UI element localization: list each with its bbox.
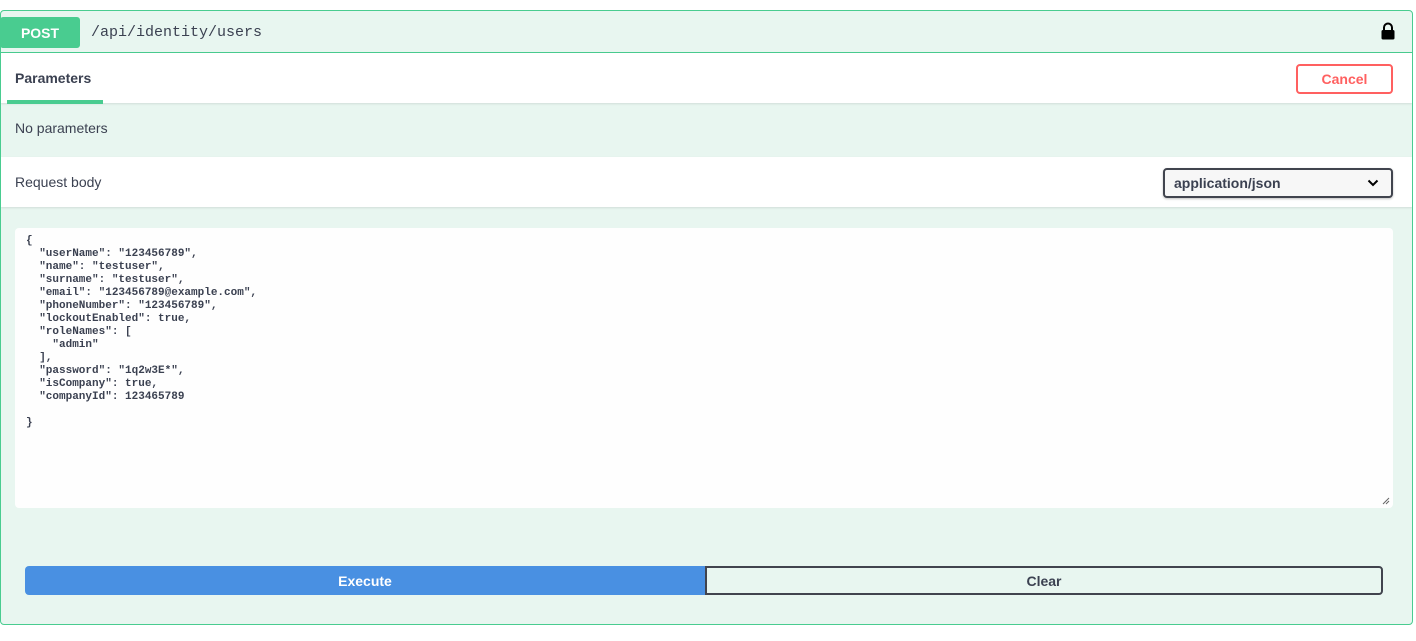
parameters-header: Parameters Cancel — [1, 53, 1412, 104]
request-body-editor[interactable]: { "userName": "123456789", "name": "test… — [15, 228, 1393, 508]
lock-icon[interactable] — [1380, 22, 1396, 40]
tab-active-indicator — [7, 100, 103, 104]
operation-path: /api/identity/users — [91, 24, 263, 41]
request-body-json: { "userName": "123456789", "name": "test… — [26, 235, 258, 429]
content-type-value: application/json — [1174, 175, 1281, 191]
tab-parameters[interactable]: Parameters — [7, 53, 103, 103]
request-body-label: Request body — [15, 174, 102, 190]
cancel-button[interactable]: Cancel — [1296, 64, 1393, 94]
no-parameters-text: No parameters — [15, 120, 108, 136]
request-body-header: Request body application/json — [1, 157, 1412, 207]
method-badge: POST — [1, 17, 80, 48]
execute-button[interactable]: Execute — [25, 566, 705, 595]
content-type-select[interactable]: application/json — [1163, 168, 1393, 198]
operation-summary[interactable]: POST /api/identity/users — [1, 11, 1412, 53]
chevron-down-icon — [1367, 179, 1379, 187]
clear-button[interactable]: Clear — [705, 566, 1383, 595]
operation-block: POST /api/identity/users Parameters Canc… — [0, 10, 1413, 625]
resize-handle-icon[interactable] — [1382, 497, 1390, 505]
